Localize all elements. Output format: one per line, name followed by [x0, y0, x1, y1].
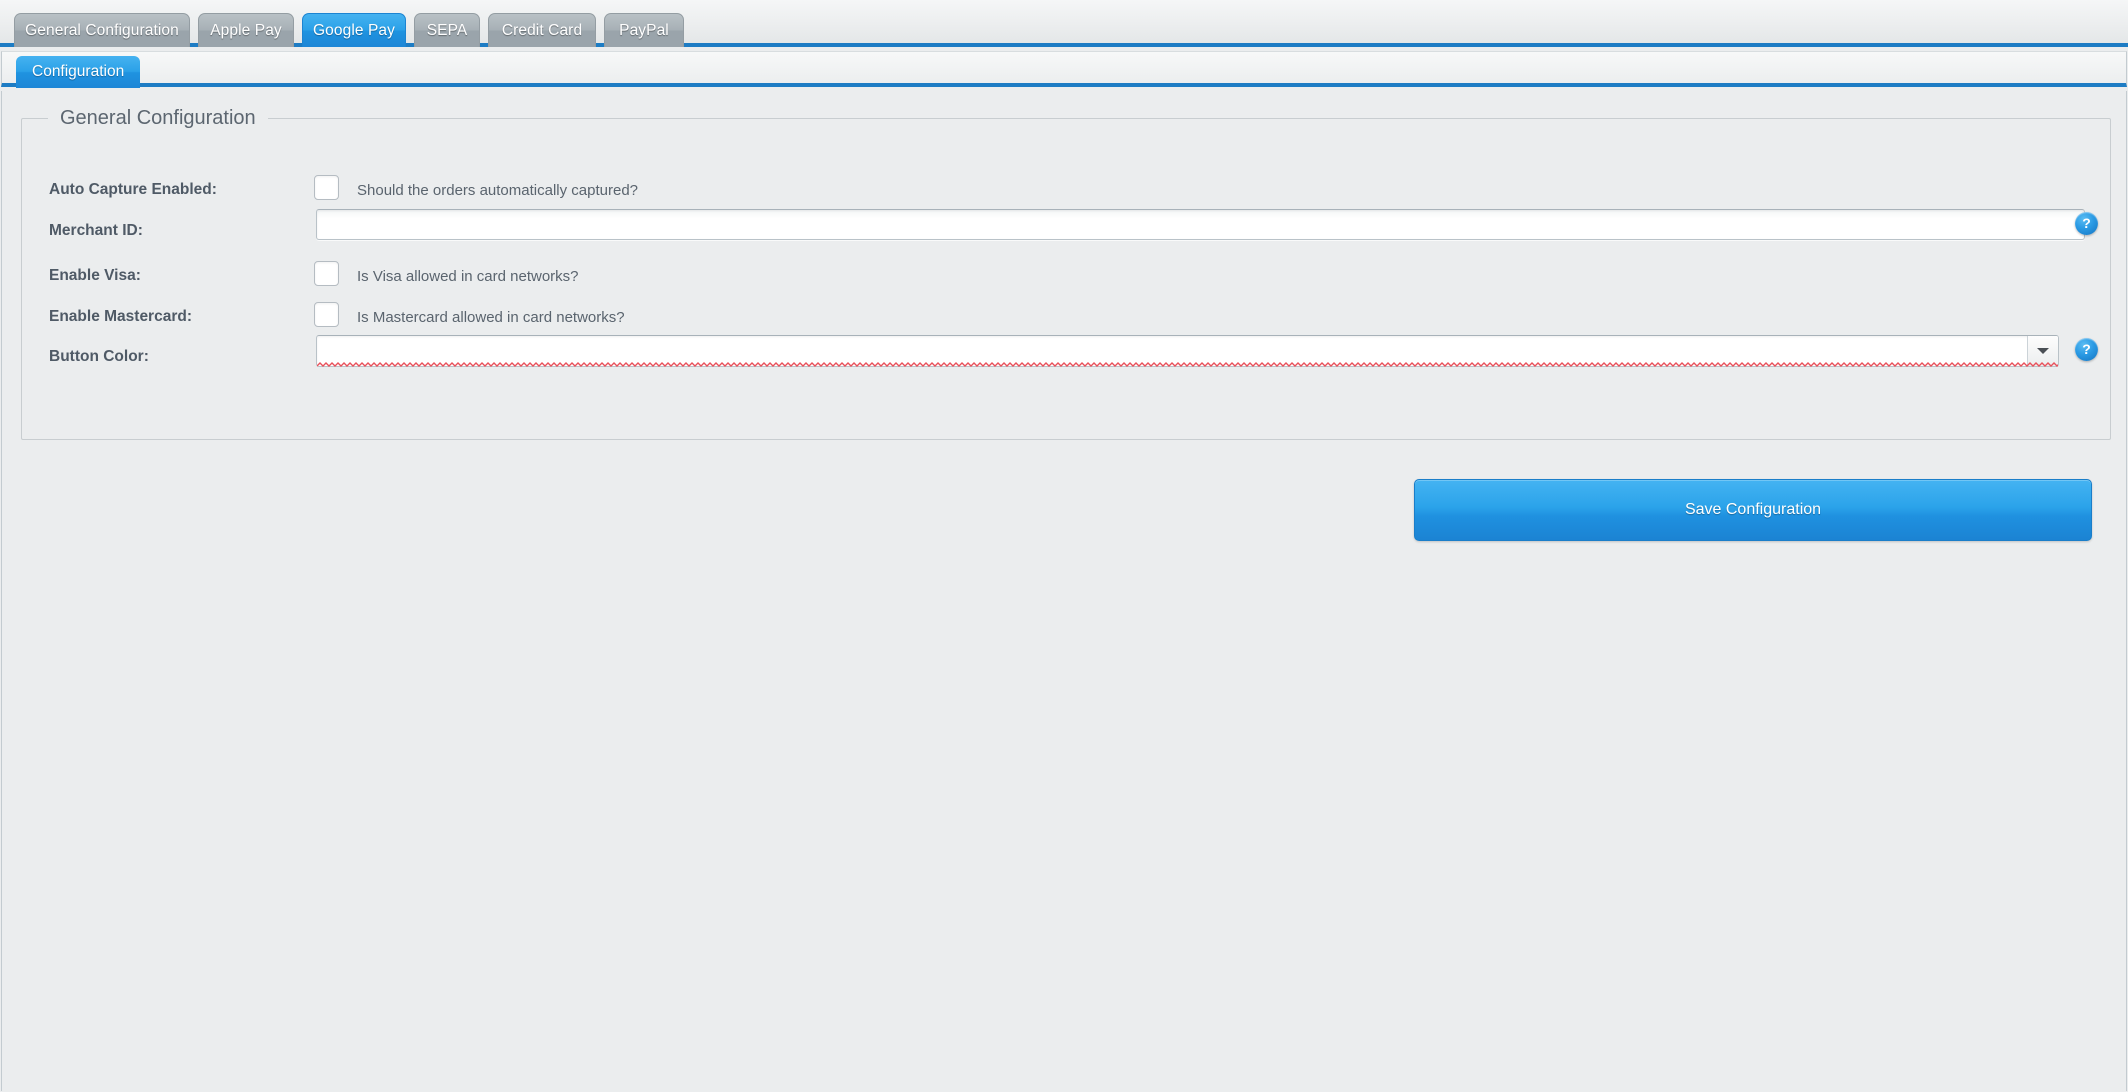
- main-tab-paypal[interactable]: PayPal: [604, 13, 684, 47]
- checkbox-hint-enable-visa: Is Visa allowed in card networks?: [357, 268, 579, 285]
- field-label-auto-capture-enabled: Auto Capture Enabled:: [49, 181, 217, 198]
- main-tab-bar: General Configuration Apple Pay Google Pay…: [0, 0, 2128, 47]
- checkbox-auto-capture-enabled[interactable]: [314, 175, 339, 200]
- main-tab-google-pay[interactable]: Google Pay: [302, 13, 406, 47]
- form-row-button-color: Button Color:?: [22, 335, 2110, 386]
- main-tab-general-configuration[interactable]: General Configuration: [14, 13, 190, 47]
- field-label-merchant-id: Merchant ID:: [49, 222, 143, 239]
- general-configuration-fieldset: General Configuration Auto Capture Enabl…: [21, 104, 2111, 541]
- main-tab-sepa[interactable]: SEPA: [414, 13, 480, 47]
- field-label-enable-mastercard: Enable Mastercard:: [49, 308, 192, 325]
- save-configuration-button[interactable]: Save Configuration: [1414, 479, 2092, 541]
- input-merchant-id[interactable]: [316, 209, 2085, 240]
- select-dropdown-toggle-button-color[interactable]: [2027, 336, 2058, 366]
- chevron-down-icon: [2037, 348, 2049, 354]
- checkbox-hint-enable-mastercard: Is Mastercard allowed in card networks?: [357, 309, 625, 326]
- checkbox-hint-auto-capture-enabled: Should the orders automatically captured…: [357, 182, 639, 199]
- select-button-color[interactable]: [316, 335, 2059, 367]
- main-tab-credit-card[interactable]: Credit Card: [488, 13, 596, 47]
- sub-tab-configuration[interactable]: Configuration: [16, 56, 141, 88]
- checkbox-enable-visa[interactable]: [314, 261, 339, 286]
- sub-tab-bar: Configuration: [1, 51, 2127, 88]
- form-row-merchant-id: Merchant ID:?: [22, 209, 2110, 260]
- field-label-button-color: Button Color:: [49, 348, 149, 365]
- form-row-enable-visa: Enable Visa: Is Visa allowed in card netw…: [22, 261, 2110, 305]
- help-icon-button-color[interactable]: ?: [2075, 338, 2098, 361]
- select-value-button-color: [325, 336, 2022, 366]
- help-icon-merchant-id[interactable]: ?: [2075, 212, 2098, 235]
- plugin-configuration-window: General Configuration Apple Pay Google Pay…: [0, 0, 2128, 1092]
- checkbox-enable-mastercard[interactable]: [314, 302, 339, 327]
- fieldset-legend: General Configuration: [48, 104, 268, 132]
- configuration-content-area: General Configuration Auto Capture Enabl…: [1, 91, 2127, 1091]
- main-tab-apple-pay[interactable]: Apple Pay: [198, 13, 294, 47]
- field-label-enable-visa: Enable Visa:: [49, 267, 141, 284]
